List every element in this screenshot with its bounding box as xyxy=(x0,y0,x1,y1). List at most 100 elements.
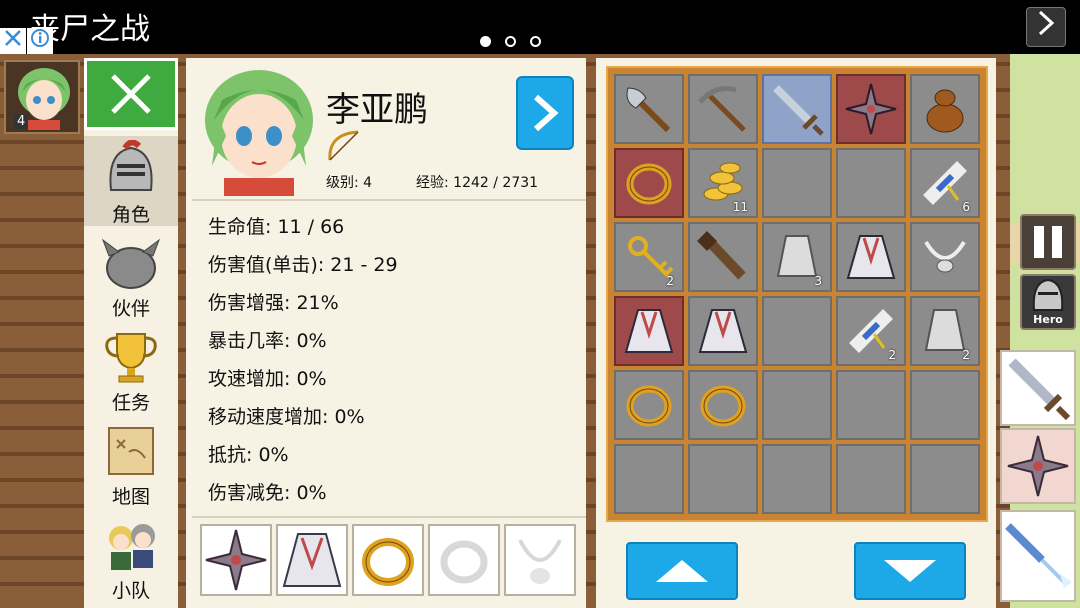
stat-attack-speed: 攻速增加: 0% xyxy=(208,368,327,390)
inventory-slot[interactable]: 2 xyxy=(910,296,980,366)
ad-next-button[interactable] xyxy=(1026,7,1066,47)
inventory-slot[interactable]: 2 xyxy=(614,222,684,292)
ring-icon xyxy=(362,538,414,586)
inventory-slot[interactable]: 6 xyxy=(910,148,980,218)
close-menu-button[interactable] xyxy=(84,58,178,130)
hero-button[interactable]: Hero xyxy=(1020,274,1076,330)
carousel-dot[interactable] xyxy=(530,36,541,47)
item-count: 2 xyxy=(888,348,896,362)
inventory-slot-empty[interactable] xyxy=(836,370,906,440)
inventory-slot[interactable] xyxy=(614,296,684,366)
ring-slot-icon xyxy=(440,540,488,584)
inventory-slot[interactable] xyxy=(910,222,980,292)
carousel-dot[interactable] xyxy=(505,36,516,47)
pickaxe-icon xyxy=(698,86,746,132)
inventory-slot[interactable] xyxy=(836,222,906,292)
equip-slot-ring-empty[interactable] xyxy=(428,524,500,596)
club-icon xyxy=(697,231,746,280)
inventory-scroll-up-button[interactable] xyxy=(626,542,738,600)
sidebar-item-quests[interactable]: 任务 xyxy=(84,324,178,414)
inventory-slot[interactable] xyxy=(910,74,980,144)
inventory-slot-empty[interactable] xyxy=(762,148,832,218)
inventory-slot-empty[interactable] xyxy=(910,444,980,514)
inventory-slot[interactable] xyxy=(614,74,684,144)
party-member-slot[interactable]: 4 xyxy=(4,60,80,134)
character-portrait-icon xyxy=(205,70,313,196)
sidebar-item-map[interactable]: 地图 xyxy=(84,418,178,508)
item-count: 3 xyxy=(814,274,822,288)
companion-icon xyxy=(101,238,161,289)
inventory-slot[interactable] xyxy=(614,370,684,440)
sidebar-item-character[interactable]: 角色 xyxy=(84,136,178,226)
sidebar-item-label: 角色 xyxy=(111,204,150,226)
carousel-dot[interactable] xyxy=(480,36,491,47)
skill-slot-shuriken[interactable] xyxy=(1000,428,1076,504)
map-icon xyxy=(108,427,154,475)
gourd-icon xyxy=(926,89,964,133)
inventory-slot[interactable]: 3 xyxy=(762,222,832,292)
equip-slot-weapon[interactable] xyxy=(200,524,272,596)
inventory-slot[interactable] xyxy=(688,370,758,440)
inventory-slot-empty[interactable] xyxy=(762,296,832,366)
inventory-slot[interactable] xyxy=(762,74,832,144)
hero-label: Hero xyxy=(1033,313,1063,326)
skill-slot-sword[interactable] xyxy=(1000,350,1076,426)
stat-damage: 伤害值(单击): 21 - 29 xyxy=(208,254,398,276)
stat-damage-boost: 伤害增强: 21% xyxy=(208,292,339,314)
axe-icon xyxy=(626,87,671,133)
inventory-slot[interactable] xyxy=(688,222,758,292)
ad-close-button[interactable] xyxy=(0,28,26,54)
bow-icon xyxy=(328,130,359,161)
item-count: 11 xyxy=(732,200,748,214)
shuriken-icon xyxy=(845,83,897,135)
skill-slot-spear[interactable] xyxy=(1000,510,1076,602)
arrow-up-icon xyxy=(656,560,708,582)
inventory-slot[interactable]: 2 xyxy=(836,296,906,366)
inventory-slot[interactable] xyxy=(688,296,758,366)
inventory-slot-empty[interactable] xyxy=(762,444,832,514)
party-level-badge: 4 xyxy=(14,114,29,129)
equip-slot-amulet-empty[interactable] xyxy=(504,524,576,596)
ad-banner[interactable]: 丧尸之战 xyxy=(0,0,1080,54)
inventory-slot[interactable] xyxy=(836,74,906,144)
inventory-slot-empty[interactable] xyxy=(836,148,906,218)
ad-info-button[interactable] xyxy=(27,28,53,54)
stat-health: 生命值: 11 / 66 xyxy=(208,216,345,238)
sidebar-item-label: 地图 xyxy=(111,486,150,508)
inventory-slot-empty[interactable] xyxy=(910,370,980,440)
shuriken-icon xyxy=(205,529,267,591)
inventory-slot-empty[interactable] xyxy=(836,444,906,514)
character-experience: 经验: 1242 / 2731 xyxy=(416,175,539,191)
sidebar-item-label: 任务 xyxy=(111,392,150,414)
inventory-scroll-down-button[interactable] xyxy=(854,542,966,600)
sword-icon xyxy=(1008,358,1071,421)
inventory-slot[interactable] xyxy=(614,148,684,218)
team-icon xyxy=(109,524,155,570)
equip-slot-ring[interactable] xyxy=(352,524,424,596)
cloak-icon xyxy=(698,309,748,353)
close-icon xyxy=(5,30,21,46)
cloak-icon xyxy=(624,309,674,353)
carousel-dots xyxy=(480,36,541,47)
inventory-slot[interactable]: 11 xyxy=(688,148,758,218)
inventory-grid: 11 6 2 3 2 2 xyxy=(606,66,988,522)
cloak-icon xyxy=(846,235,896,279)
inventory-slot-empty[interactable] xyxy=(614,444,684,514)
next-character-button[interactable] xyxy=(516,76,574,150)
ring-icon xyxy=(626,163,672,205)
inventory-slot[interactable] xyxy=(688,74,758,144)
equip-slot-armor[interactable] xyxy=(276,524,348,596)
stat-move-speed: 移动速度增加: 0% xyxy=(208,406,365,428)
sidebar-item-label: 小队 xyxy=(111,580,150,602)
sidebar-item-companion[interactable]: 伙伴 xyxy=(84,230,178,320)
helmet-icon xyxy=(109,139,153,191)
character-level: 级别: 4 xyxy=(326,175,373,191)
pause-button[interactable] xyxy=(1020,214,1076,270)
inventory-slot-empty[interactable] xyxy=(762,370,832,440)
sidebar-item-team[interactable]: 小队 xyxy=(84,512,178,608)
sword-icon xyxy=(773,85,824,136)
necklace-icon xyxy=(924,240,966,273)
inventory-slot-empty[interactable] xyxy=(688,444,758,514)
item-count: 2 xyxy=(666,274,674,288)
item-count: 2 xyxy=(962,348,970,362)
